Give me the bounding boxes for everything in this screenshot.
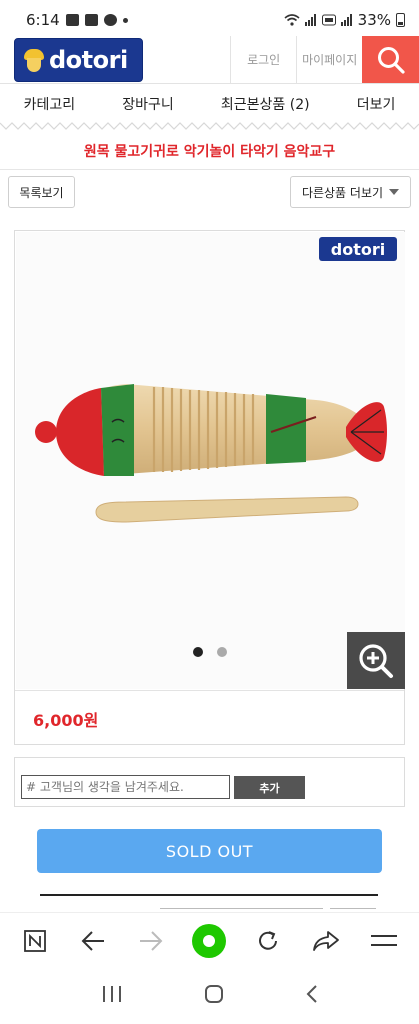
logo-text: dotori	[49, 45, 128, 74]
status-time: 6:14	[26, 11, 60, 29]
back-button[interactable]	[73, 921, 113, 961]
image-pagination	[193, 647, 227, 657]
zoom-button[interactable]	[347, 632, 405, 689]
search-icon	[377, 46, 405, 74]
home-icon	[204, 985, 223, 1003]
home-circle-icon	[192, 923, 227, 958]
forward-arrow-icon	[140, 930, 163, 951]
gallery-icon	[65, 14, 79, 26]
battery-percent: 33%	[357, 11, 391, 29]
nav-item-category[interactable]: 카테고리	[24, 94, 76, 114]
back-nav-button[interactable]	[304, 983, 320, 1009]
nav-item-recent[interactable]: 최근본상품 (2)	[221, 94, 310, 114]
site-logo[interactable]: dotori	[14, 37, 143, 82]
naver-button[interactable]	[15, 921, 55, 961]
home-button[interactable]	[203, 983, 225, 1009]
nav-item-cart[interactable]: 장바구니	[122, 94, 174, 114]
price-row: 6,000원	[15, 690, 404, 745]
share-icon	[312, 930, 339, 951]
comment-input[interactable]	[21, 775, 230, 799]
fish-guiro-image	[35, 384, 387, 523]
back-arrow-icon	[81, 930, 105, 951]
share-button[interactable]	[306, 921, 346, 961]
zigzag-divider	[0, 122, 419, 130]
recent-apps-icon	[102, 986, 121, 1002]
refresh-button[interactable]	[248, 921, 288, 961]
wifi-icon	[284, 14, 300, 26]
notification-dot-icon	[122, 17, 128, 23]
refresh-icon	[258, 930, 277, 950]
product-price: 6,000원	[33, 711, 99, 730]
soldout-button[interactable]: SOLD OUT	[37, 829, 382, 873]
product-title: 원목 물고기귀로 악기놀이 타악기 음악교구	[83, 144, 336, 160]
section-divider	[40, 894, 378, 896]
browser-toolbar	[0, 912, 419, 968]
main-nav: 카테고리 장바구니 최근본상품 (2) 더보기	[0, 84, 419, 124]
comment-add-button[interactable]: 추가	[234, 776, 305, 799]
back-icon	[306, 985, 317, 1003]
status-left: 6:14	[26, 11, 128, 29]
pagination-dot[interactable]	[217, 647, 227, 657]
signal-icon	[304, 14, 316, 26]
divider	[0, 169, 419, 170]
status-bar: 6:14 33%	[0, 0, 419, 40]
recent-apps-button[interactable]	[100, 983, 124, 1009]
product-image[interactable]: dotori	[16, 232, 405, 689]
other-products-label: 다른상품 더보기	[301, 185, 384, 200]
forward-button[interactable]	[131, 921, 171, 961]
status-right: 33%	[284, 11, 405, 29]
youtube-icon	[84, 14, 98, 26]
volte-icon	[321, 14, 336, 26]
login-link[interactable]: 로그인	[230, 36, 296, 83]
caret-down-icon	[389, 189, 400, 195]
globe-icon	[103, 14, 117, 26]
system-nav-bar	[0, 968, 419, 1024]
menu-icon	[370, 934, 397, 946]
home-circle-button[interactable]	[189, 921, 229, 961]
search-button[interactable]	[362, 36, 419, 83]
menu-button[interactable]	[364, 921, 404, 961]
battery-icon	[396, 13, 405, 27]
nav-item-more[interactable]: 더보기	[357, 94, 396, 114]
mypage-link[interactable]: 마이페이지	[295, 36, 363, 83]
pagination-dot-active[interactable]	[193, 647, 203, 657]
zoom-in-icon	[359, 644, 393, 678]
naver-icon	[24, 929, 46, 952]
list-view-button[interactable]: 목록보기	[8, 176, 75, 208]
logo-area: dotori	[0, 36, 230, 83]
comment-box: 추가	[14, 757, 405, 807]
other-products-button[interactable]: 다른상품 더보기	[290, 176, 411, 208]
acorn-icon	[23, 47, 45, 73]
product-box: dotori 6,000원	[14, 230, 405, 745]
site-header: dotori 로그인 마이페이지	[0, 36, 419, 84]
signal-bars-icon	[340, 14, 352, 26]
